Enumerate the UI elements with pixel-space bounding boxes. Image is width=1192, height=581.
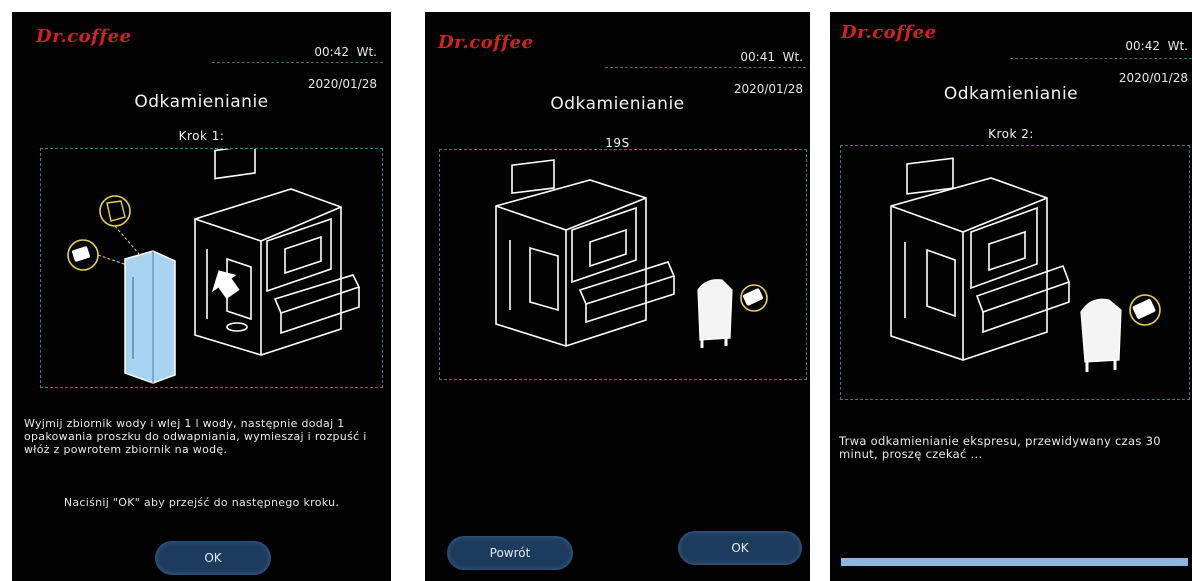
step-label: Krok 2: <box>988 127 1034 141</box>
countdown-label: 19S <box>605 136 630 150</box>
illustration-frame <box>40 148 383 388</box>
arrow-icon <box>211 270 240 300</box>
page-title: Odkamienianie <box>943 84 1079 104</box>
header-divider <box>1010 58 1192 59</box>
instruction-text: Trwa odkamienianie ekspresu, przewidywan… <box>839 434 1161 461</box>
header-divider <box>212 62 383 63</box>
descaling-powder-icon <box>99 195 146 262</box>
illustration-frame <box>840 145 1190 400</box>
clock-time: 00:42 Wt. <box>1125 39 1188 53</box>
brand-logo: Dr.coffee <box>36 26 132 47</box>
milk-jug-illustration <box>1080 298 1122 372</box>
clock: 00:41 Wt. 2020/01/28 <box>725 33 803 129</box>
instruction-text: Wyjmij zbiornik wody i wlej 1 l wody, na… <box>24 417 367 456</box>
countdown-screen: Dr.coffee 00:41 Wt. 2020/01/28 Odkamieni… <box>425 12 810 581</box>
sachet-icon <box>67 239 128 271</box>
progress-bar <box>841 558 1188 566</box>
brand-logo: Dr.coffee <box>438 32 534 53</box>
water-tank-illustration <box>124 250 176 384</box>
brand-logo: Dr.coffee <box>841 22 937 43</box>
descaling-powder-icon <box>1129 294 1161 326</box>
coffee-machine-illustration <box>495 159 768 348</box>
step-label: Krok 1: <box>178 129 225 143</box>
hint-text: Naciśnij "OK" aby przejść do następnego … <box>63 496 340 509</box>
header-divider <box>605 67 806 68</box>
descaling-powder-icon <box>740 284 768 312</box>
coffee-machine-illustration <box>67 149 361 384</box>
progress-fill <box>841 558 1188 566</box>
step1-screen: Dr.coffee 00:42 Wt. 2020/01/28 Odkamieni… <box>12 12 391 581</box>
clock-time: 00:41 Wt. <box>740 50 803 64</box>
clock-date: 2020/01/28 <box>307 77 377 91</box>
back-button[interactable]: Powrót <box>447 536 573 570</box>
step2-screen: Dr.coffee 00:42 Wt. 2020/01/28 Odkamieni… <box>830 12 1192 581</box>
illustration-frame <box>439 149 807 380</box>
clock-time: 00:42 Wt. <box>314 45 377 59</box>
page-title: Odkamienianie <box>550 94 685 114</box>
page-title: Odkamienianie <box>134 92 269 112</box>
milk-jug-illustration <box>697 279 733 348</box>
ok-button[interactable]: OK <box>678 531 802 565</box>
coffee-machine-illustration <box>890 157 1161 372</box>
ok-button[interactable]: OK <box>155 541 271 575</box>
